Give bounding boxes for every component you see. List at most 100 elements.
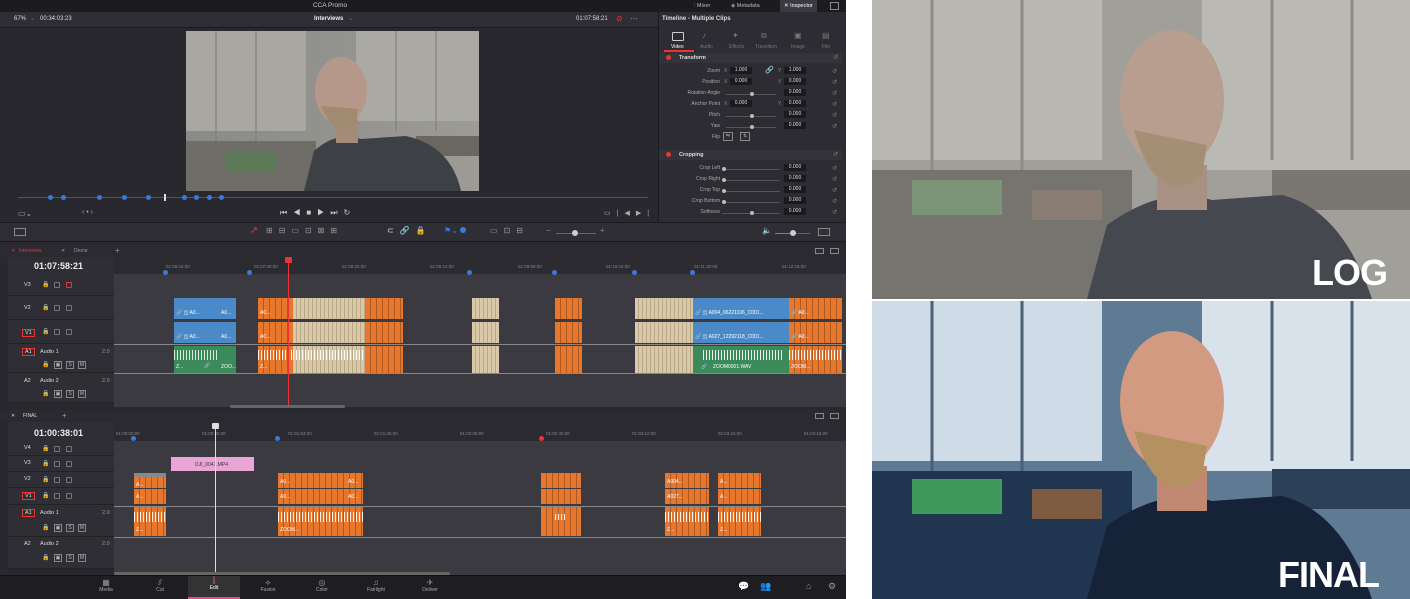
disable-track-icon[interactable] bbox=[66, 329, 72, 335]
blade-tool-icon[interactable]: ▭ bbox=[291, 226, 305, 235]
lock-icon[interactable]: 🔒 bbox=[42, 492, 49, 499]
track-name[interactable]: Audio 1 bbox=[40, 349, 59, 355]
insert-clip-icon[interactable]: ⊡ bbox=[305, 226, 318, 235]
clip-v2[interactable] bbox=[293, 298, 365, 319]
crop-top-slider[interactable] bbox=[722, 191, 780, 192]
disable-track-icon[interactable] bbox=[66, 282, 72, 288]
lock-icon[interactable]: 🔒 bbox=[42, 328, 49, 335]
tab-image[interactable]: Image bbox=[791, 44, 805, 50]
reset-icon[interactable]: ↺ bbox=[832, 186, 840, 197]
tab-drone[interactable]: Drone bbox=[74, 248, 88, 254]
volume-slider-knob[interactable] bbox=[790, 230, 796, 236]
playhead-handle[interactable] bbox=[285, 257, 292, 263]
timeline1-ruler[interactable] bbox=[114, 257, 846, 274]
expand-icon[interactable] bbox=[830, 2, 839, 10]
auto-select-icon[interactable]: ▣ bbox=[54, 361, 62, 369]
close-icon[interactable]: ✕ bbox=[11, 413, 15, 419]
panel-icon[interactable] bbox=[815, 248, 824, 254]
solo-button[interactable]: S bbox=[66, 554, 74, 562]
flip-vertical-icon[interactable]: ⇅ bbox=[740, 132, 750, 141]
zoom-out-icon[interactable]: − bbox=[546, 226, 551, 235]
lock-icon[interactable]: 🔒 bbox=[42, 554, 49, 561]
clip-a1[interactable]: Z... bbox=[134, 507, 166, 536]
snapping-icon[interactable]: ⊂ bbox=[387, 226, 400, 235]
zoom-custom-icon[interactable]: ⊟ bbox=[516, 226, 529, 235]
reset-icon[interactable]: ↺ bbox=[832, 208, 840, 219]
next-frame-icon[interactable]: ▶| bbox=[636, 210, 655, 217]
slider-knob[interactable] bbox=[750, 125, 754, 129]
marker-icon[interactable] bbox=[131, 436, 136, 441]
tab-effects[interactable]: Effects bbox=[729, 44, 744, 50]
close-icon[interactable]: ✕ bbox=[11, 248, 15, 254]
reset-icon[interactable]: ↺ bbox=[832, 122, 840, 133]
page-fairlight[interactable]: ♫ Fairlight bbox=[356, 578, 396, 593]
clip-v3[interactable]: DJI_0041.MP4 bbox=[171, 457, 254, 471]
slider-knob[interactable] bbox=[722, 200, 726, 204]
page-fusion[interactable]: ⟡ Fusion bbox=[248, 578, 288, 593]
clip-a1[interactable]: 🔗 ZOOM0001.WAV bbox=[693, 346, 789, 373]
marker-icon[interactable] bbox=[163, 270, 168, 275]
mute-button[interactable]: M bbox=[78, 390, 86, 398]
marker-icon[interactable] bbox=[247, 270, 252, 275]
zoom-in-icon[interactable]: + bbox=[600, 226, 605, 235]
chat-icon[interactable]: 💬 bbox=[738, 581, 749, 592]
slider-knob[interactable] bbox=[750, 114, 754, 118]
marker-icon[interactable] bbox=[690, 270, 695, 275]
overwrite-clip-icon[interactable]: ⊠ bbox=[318, 226, 331, 235]
crop-right-field[interactable]: 0.000 bbox=[784, 175, 806, 182]
clip-v1[interactable]: 🔗 A0... bbox=[789, 322, 842, 343]
crop-left-slider[interactable] bbox=[722, 169, 780, 170]
pitch-field[interactable]: 0.000 bbox=[784, 111, 806, 118]
yaw-field[interactable]: 0.000 bbox=[784, 122, 806, 129]
crop-bottom-field[interactable]: 0.000 bbox=[784, 197, 806, 204]
panel-icon[interactable] bbox=[830, 413, 839, 419]
clip-a1[interactable] bbox=[541, 507, 581, 536]
clip-v1[interactable] bbox=[472, 322, 499, 343]
timeline2-playhead[interactable] bbox=[215, 424, 216, 574]
softness-field[interactable]: 0.000 bbox=[784, 208, 806, 215]
page-edit[interactable]: ⫿ Edit bbox=[188, 576, 240, 599]
auto-select-icon[interactable]: ▣ bbox=[54, 524, 62, 532]
anchor-y-field[interactable]: 0.000 bbox=[784, 100, 806, 107]
linked-selection-icon[interactable]: 🔗 bbox=[400, 226, 416, 235]
marker-icon[interactable] bbox=[539, 436, 544, 441]
marker-color-icon[interactable] bbox=[460, 227, 466, 233]
marker-icon[interactable] bbox=[275, 436, 280, 441]
marker-icon[interactable] bbox=[48, 195, 53, 200]
page-cut[interactable]: ⫽ Cut bbox=[140, 578, 180, 593]
trim-tool-icon[interactable]: ⊞ bbox=[266, 226, 279, 235]
add-timeline-icon[interactable]: + bbox=[115, 246, 120, 255]
position-lock-icon[interactable]: 🔒 bbox=[416, 226, 432, 235]
marker-icon[interactable] bbox=[219, 195, 224, 200]
slider-knob[interactable] bbox=[750, 211, 754, 215]
page-media[interactable]: ▦ Media bbox=[86, 578, 126, 593]
layout-icon[interactable] bbox=[14, 228, 26, 236]
disable-track-icon[interactable] bbox=[66, 493, 72, 499]
selection-tool-icon[interactable]: ➚ bbox=[250, 225, 258, 236]
reset-icon[interactable]: ↺ bbox=[832, 100, 840, 111]
crop-top-field[interactable]: 0.000 bbox=[784, 186, 806, 193]
metadata-button[interactable]: ◆ Metadata bbox=[731, 0, 760, 12]
position-y-field[interactable]: 0.000 bbox=[784, 78, 806, 85]
marker-icon[interactable] bbox=[122, 195, 127, 200]
clip-v1[interactable] bbox=[365, 322, 403, 343]
inspector-button[interactable]: ✕ Inspector bbox=[780, 0, 817, 12]
auto-select-icon[interactable] bbox=[54, 329, 60, 335]
crop-bottom-slider[interactable] bbox=[722, 202, 780, 203]
auto-select-icon[interactable]: ▣ bbox=[54, 554, 62, 562]
clip-a1[interactable] bbox=[293, 346, 365, 373]
dynamic-trim-icon[interactable]: ⊟ bbox=[279, 226, 292, 235]
auto-select-icon[interactable] bbox=[54, 446, 60, 452]
volume-icon[interactable]: 🔈 bbox=[762, 226, 772, 235]
flag-icon[interactable]: ⚑⌄ bbox=[444, 226, 458, 235]
prev-frame-icon[interactable]: |◀ bbox=[617, 210, 636, 217]
clip-v1[interactable] bbox=[555, 322, 582, 343]
zoom-x-field[interactable]: 1.000 bbox=[730, 67, 752, 74]
reset-icon[interactable]: ↺ bbox=[833, 54, 838, 61]
track-id[interactable]: A1 bbox=[22, 348, 35, 356]
enable-icon[interactable] bbox=[666, 55, 671, 60]
mute-button[interactable]: M bbox=[78, 361, 86, 369]
loop-icon[interactable]: ↻ bbox=[344, 208, 357, 217]
clip-v1[interactable] bbox=[541, 489, 581, 504]
clip-a1[interactable] bbox=[555, 346, 582, 373]
